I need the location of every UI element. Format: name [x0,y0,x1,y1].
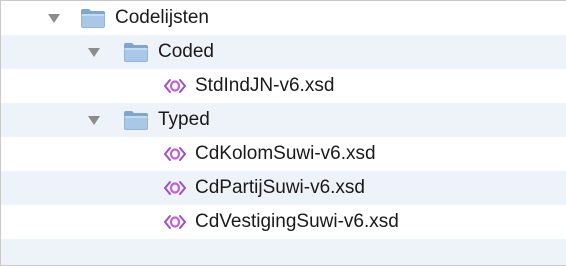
tree-item-label: CdKolomSuwi-v6.xsd [195,143,376,164]
tree-row-typed[interactable]: Typed [1,103,566,137]
disclosure-triangle-down-icon[interactable] [87,45,101,59]
xsd-file-icon [164,147,186,161]
tree-row-empty [1,239,566,265]
tree-item-label: Typed [158,109,210,130]
folder-icon [81,9,105,28]
disclosure-triangle-down-icon[interactable] [87,113,101,127]
tree-item-label: CdVestigingSuwi-v6.xsd [195,211,399,232]
xsd-file-icon [164,79,186,93]
tree-item-label: Codelijsten [115,7,209,28]
folder-icon [124,43,148,62]
tree-item-label: CdPartijSuwi-v6.xsd [195,177,365,198]
folder-icon [124,111,148,130]
tree-row-cdvestigingsuwi-xsd[interactable]: CdVestigingSuwi-v6.xsd [1,205,566,239]
tree-item-label: StdIndJN-v6.xsd [195,75,335,96]
tree-row-coded[interactable]: Coded [1,35,566,69]
tree-row-cdpartijsuwi-xsd[interactable]: CdPartijSuwi-v6.xsd [1,171,566,205]
tree-row-cdkolomsuwi-xsd[interactable]: CdKolomSuwi-v6.xsd [1,137,566,171]
tree-row-stdindjn-xsd[interactable]: StdIndJN-v6.xsd [1,69,566,103]
xsd-file-icon [164,181,186,195]
tree-row-codelijsten[interactable]: Codelijsten [1,1,566,35]
file-tree: Codelijsten Coded StdIndJN-v6.xsd Typed … [0,0,566,266]
xsd-file-icon [164,215,186,229]
disclosure-triangle-down-icon[interactable] [47,11,61,25]
tree-item-label: Coded [158,41,214,62]
